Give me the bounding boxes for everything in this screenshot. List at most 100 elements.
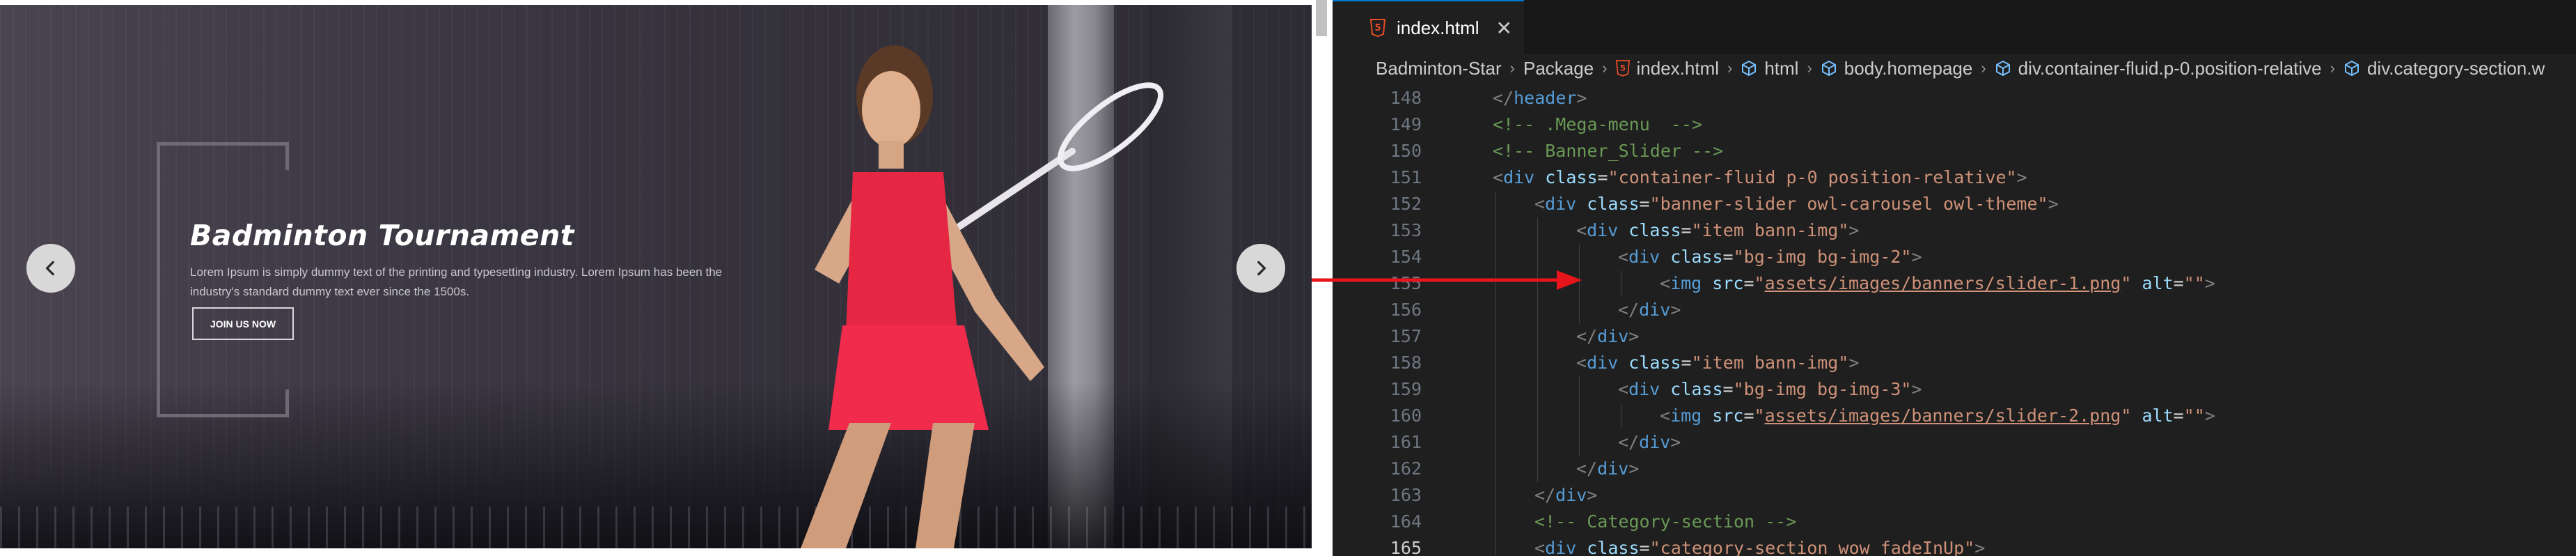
code-token-plain: =: [1681, 220, 1692, 240]
element-icon: [1821, 60, 1836, 77]
breadcrumb-item[interactable]: 5 index.html: [1615, 57, 1720, 79]
code-token-punct: >: [2204, 273, 2215, 293]
code-line[interactable]: 150 <!-- Banner_Slider -->: [1333, 138, 2576, 164]
element-icon: [2344, 60, 2359, 77]
code-line[interactable]: 149 <!-- .Mega-menu -->: [1333, 111, 2576, 138]
code-line[interactable]: 155 <img src="assets/images/banners/slide…: [1333, 270, 2576, 297]
code-line[interactable]: 154 <div class="bg-img bg-img-2">: [1333, 244, 2576, 270]
breadcrumb-separator: ›: [1981, 59, 1986, 77]
code-text: <div class="container-fluid p-0 position…: [1493, 164, 2027, 191]
code-line[interactable]: 160 <img src="assets/images/banners/slide…: [1333, 403, 2576, 429]
join-us-button[interactable]: JOIN US NOW: [192, 307, 294, 340]
code-line[interactable]: 164 <!-- Category-section -->: [1333, 509, 2576, 535]
code-line[interactable]: 151 <div class="container-fluid p-0 posit…: [1333, 164, 2576, 191]
indent-guide: [1579, 429, 1580, 456]
code-token-punct: <: [1534, 538, 1546, 556]
close-icon[interactable]: ✕: [1496, 17, 1512, 40]
breadcrumb-separator: ›: [1807, 59, 1812, 77]
breadcrumb-separator: ›: [2330, 59, 2335, 77]
element-icon: [1995, 60, 2010, 77]
code-token-plain: =: [1722, 247, 1734, 267]
breadcrumb-item[interactable]: Badminton-Star: [1376, 58, 1502, 79]
breadcrumb-item[interactable]: body.homepage: [1821, 58, 1972, 79]
code-token-punct: >: [2016, 167, 2027, 187]
code-token-punct: >: [1911, 247, 1922, 267]
tab-index-html[interactable]: 5 index.html ✕: [1333, 0, 1524, 54]
code-token-punct: </: [1618, 432, 1640, 452]
html5-file-icon: 5: [1370, 19, 1385, 37]
code-line[interactable]: 153 <div class="item bann-img">: [1333, 217, 2576, 244]
line-number: 151: [1390, 167, 1422, 187]
code-token-str: "": [2183, 273, 2205, 293]
code-token-tag: div: [1628, 247, 1660, 267]
code-token-punct: </: [1576, 458, 1598, 479]
code-line[interactable]: 148 </header>: [1333, 85, 2576, 111]
line-number: 158: [1390, 353, 1422, 373]
code-token-punct: >: [1576, 88, 1587, 108]
indent-guide: [1495, 217, 1496, 244]
tab-label: index.html: [1397, 17, 1479, 38]
code-token-punct: <: [1660, 406, 1671, 426]
code-token-punct: >: [1670, 432, 1681, 452]
line-number: 155: [1390, 273, 1422, 293]
indent-guide: [1537, 350, 1538, 376]
code-token-link[interactable]: assets/images/banners/slider-1.png: [1765, 273, 2121, 293]
line-number: 163: [1390, 485, 1422, 505]
slider-prev-button[interactable]: [26, 244, 75, 293]
code-token-link[interactable]: assets/images/banners/slider-2.png: [1765, 406, 2121, 426]
breadcrumb-item[interactable]: Package: [1523, 58, 1594, 79]
breadcrumb-label: div.category-section.w: [2366, 57, 2545, 79]
code-token-tag: div: [1628, 379, 1660, 399]
frame-top-bar: [157, 142, 289, 146]
code-line[interactable]: 156 </div>: [1333, 297, 2576, 323]
code-token-attr: class: [1587, 538, 1640, 556]
code-line[interactable]: 163 </div>: [1333, 482, 2576, 509]
breadcrumb-label: Badminton-Star: [1376, 57, 1502, 79]
breadcrumb-item[interactable]: div.container-fluid.p-0.position-relativ…: [1995, 58, 2322, 79]
code-token-attr: alt: [2142, 406, 2174, 426]
code-token-tag: div: [1503, 167, 1535, 187]
banner-slider: Badminton Tournament Lorem Ipsum is simp…: [0, 5, 1312, 548]
code-token-punct: >: [1848, 220, 1860, 240]
code-token-punct: <: [1618, 247, 1629, 267]
code-line[interactable]: 152 <div class="banner-slider owl-carouse…: [1333, 191, 2576, 217]
frame-bottom-bar: [157, 414, 289, 417]
code-token-str: "container-fluid p-0 position-relative": [1608, 167, 2017, 187]
indent-guide: [1495, 376, 1496, 403]
code-line[interactable]: 157 </div>: [1333, 323, 2576, 350]
code-token-tag: div: [1639, 300, 1671, 320]
code-area[interactable]: 148 </header> 149 <!-- .Mega-menu --> 150 <!-…: [1333, 85, 2576, 556]
code-line[interactable]: 162 </div>: [1333, 456, 2576, 482]
line-number: 157: [1390, 326, 1422, 346]
code-text: <!-- Banner_Slider -->: [1493, 138, 1723, 164]
code-token-punct: >: [1670, 300, 1681, 320]
code-line[interactable]: 159 <div class="bg-img bg-img-3">: [1333, 376, 2576, 403]
code-line[interactable]: 158 <div class="item bann-img">: [1333, 350, 2576, 376]
indent-guide: [1579, 270, 1580, 297]
code-line[interactable]: 165 <div class="category-section wow fade…: [1333, 535, 2576, 556]
code-token-str: ": [2121, 273, 2132, 293]
indent-guide: [1495, 535, 1496, 556]
indent-guide: [1495, 191, 1496, 217]
code-line[interactable]: 161 </div>: [1333, 429, 2576, 456]
code-token-plain: =: [1681, 353, 1692, 373]
badminton-player-image: [801, 45, 1164, 548]
slider-next-button[interactable]: [1236, 244, 1285, 293]
code-token-punct: <: [1660, 273, 1671, 293]
code-token-str: "item bann-img": [1691, 353, 1849, 373]
code-token-punct: >: [1587, 485, 1598, 505]
code-text: <!-- .Mega-menu -->: [1493, 111, 1702, 138]
breadcrumb-item[interactable]: html: [1741, 58, 1798, 79]
breadcrumb-label: index.html: [1636, 57, 1720, 79]
indent-guide: [1537, 297, 1538, 323]
code-token-tag: div: [1597, 458, 1629, 479]
svg-text:5: 5: [1374, 23, 1381, 33]
breadcrumb-item[interactable]: div.category-section.w: [2343, 58, 2545, 79]
preview-scrollbar-thumb[interactable]: [1316, 0, 1327, 36]
